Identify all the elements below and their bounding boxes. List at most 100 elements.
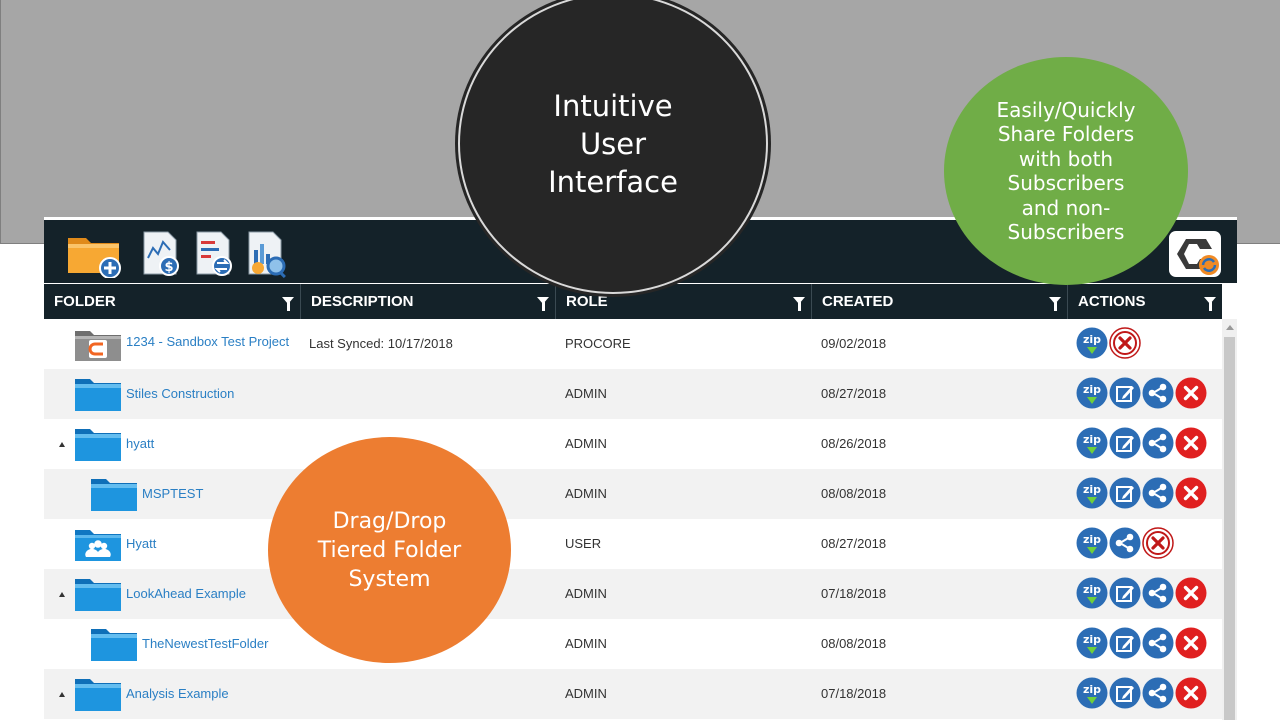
folder-name-link[interactable]: TheNewestTestFolder	[142, 619, 268, 669]
share-button-icon[interactable]	[1142, 677, 1174, 709]
table-row[interactable]: MSPTEST ADMIN 08/08/2018 zip	[44, 469, 1222, 519]
column-label: CREATED	[822, 293, 894, 310]
folder-name-link[interactable]: Analysis Example	[126, 669, 229, 719]
delete-button-icon[interactable]	[1175, 627, 1207, 659]
svg-text:zip: zip	[1083, 633, 1101, 646]
edit-button-icon[interactable]	[1109, 627, 1141, 659]
svg-text:zip: zip	[1083, 533, 1101, 546]
zip-button-icon[interactable]: zip	[1076, 627, 1108, 659]
folder-name-link[interactable]: hyatt	[126, 419, 154, 469]
table-row[interactable]: LookAhead Example ADMIN 07/18/2018 zip	[44, 569, 1222, 619]
edit-button-icon[interactable]	[1109, 427, 1141, 459]
svg-text:zip: zip	[1083, 333, 1101, 346]
folder-created-date: 09/02/2018	[821, 336, 887, 351]
compare-report-icon[interactable]	[194, 228, 234, 278]
vertical-scrollbar[interactable]	[1222, 319, 1237, 720]
shared-folder-icon[interactable]	[74, 526, 122, 562]
scroll-up-arrow-icon[interactable]	[1226, 325, 1234, 330]
callout-intuitive-ui: Intuitive User Interface	[458, 0, 768, 294]
folder-name-link[interactable]: MSPTEST	[142, 469, 203, 519]
folder-role: ADMIN	[565, 586, 607, 601]
filter-icon[interactable]	[1204, 297, 1216, 311]
callout-text: Easily/Quickly Share Folders with both S…	[996, 97, 1136, 245]
delete-button-icon[interactable]	[1175, 427, 1207, 459]
folder-name-link[interactable]: Stiles Construction	[126, 369, 234, 419]
callout-text: Drag/Drop Tiered Folder System	[317, 508, 462, 592]
edit-button-icon[interactable]	[1109, 677, 1141, 709]
blue-folder-icon[interactable]	[90, 626, 138, 662]
share-button-icon[interactable]	[1142, 427, 1174, 459]
share-button-icon[interactable]	[1109, 527, 1141, 559]
filter-icon[interactable]	[793, 297, 805, 311]
blue-folder-icon[interactable]	[90, 476, 138, 512]
svg-text:zip: zip	[1083, 383, 1101, 396]
collapse-caret-icon[interactable]	[59, 592, 65, 597]
blue-folder-icon[interactable]	[74, 676, 122, 712]
folder-role: ADMIN	[565, 636, 607, 651]
table-row[interactable]: Stiles Construction ADMIN 08/27/2018 zip	[44, 369, 1222, 419]
blue-folder-icon[interactable]	[74, 376, 122, 412]
zip-button-icon[interactable]: zip	[1076, 577, 1108, 609]
column-label: FOLDER	[54, 293, 116, 310]
column-header-actions[interactable]: ACTIONS	[1068, 284, 1222, 319]
svg-text:zip: zip	[1083, 483, 1101, 496]
procore-folder-icon[interactable]	[74, 326, 122, 362]
zip-button-icon[interactable]: zip	[1076, 477, 1108, 509]
folder-role: PROCORE	[565, 336, 631, 351]
zip-button-icon[interactable]: zip	[1076, 527, 1108, 559]
folder-name-link[interactable]: LookAhead Example	[126, 569, 246, 619]
sync-logo-icon[interactable]	[1168, 230, 1222, 278]
column-header-description[interactable]: DESCRIPTION	[301, 284, 556, 319]
filter-icon[interactable]	[282, 297, 294, 311]
filter-icon[interactable]	[537, 297, 549, 311]
delete-button-icon[interactable]	[1175, 577, 1207, 609]
delete-outline-button-icon[interactable]	[1142, 527, 1174, 559]
folder-manager-app: $ FOLDER DESCRIPTION ROLE CREATED ACTION…	[44, 217, 1237, 720]
folder-role: ADMIN	[565, 436, 607, 451]
delete-outline-button-icon[interactable]	[1109, 327, 1141, 359]
delete-button-icon[interactable]	[1175, 377, 1207, 409]
scrollbar-thumb[interactable]	[1224, 337, 1235, 720]
folder-role: USER	[565, 536, 602, 551]
table-row[interactable]: Hyatt USER 08/27/2018 zip	[44, 519, 1222, 569]
collapse-caret-icon[interactable]	[59, 442, 65, 447]
edit-button-icon[interactable]	[1109, 477, 1141, 509]
budget-report-icon[interactable]: $	[141, 228, 181, 278]
folder-created-date: 08/27/2018	[821, 386, 887, 401]
table-row[interactable]: hyatt ADMIN 08/26/2018 zip	[44, 419, 1222, 469]
table-row[interactable]: 1234 - Sandbox Test Project Last Synced: …	[44, 319, 1222, 369]
share-button-icon[interactable]	[1142, 377, 1174, 409]
new-folder-icon[interactable]	[66, 228, 124, 278]
folder-created-date: 08/08/2018	[821, 486, 887, 501]
folder-role: ADMIN	[565, 486, 607, 501]
folder-name-link[interactable]: 1234 - Sandbox Test Project	[126, 319, 289, 369]
analytics-report-icon[interactable]	[246, 228, 288, 278]
filter-icon[interactable]	[1049, 297, 1061, 311]
edit-button-icon[interactable]	[1109, 577, 1141, 609]
zip-button-icon[interactable]: zip	[1076, 377, 1108, 409]
collapse-caret-icon[interactable]	[59, 692, 65, 697]
zip-button-icon[interactable]: zip	[1076, 677, 1108, 709]
delete-button-icon[interactable]	[1175, 677, 1207, 709]
table-row[interactable]: TheNewestTestFolder ADMIN 08/08/2018 zip	[44, 619, 1222, 669]
column-header-created[interactable]: CREATED	[812, 284, 1068, 319]
column-label: ACTIONS	[1078, 293, 1146, 310]
folder-created-date: 08/08/2018	[821, 636, 887, 651]
share-button-icon[interactable]	[1142, 577, 1174, 609]
share-button-icon[interactable]	[1142, 627, 1174, 659]
column-header-folder[interactable]: FOLDER	[44, 284, 301, 319]
folder-created-date: 07/18/2018	[821, 686, 887, 701]
folder-name-link[interactable]: Hyatt	[126, 519, 156, 569]
share-button-icon[interactable]	[1142, 477, 1174, 509]
delete-button-icon[interactable]	[1175, 477, 1207, 509]
table-row[interactable]: Analysis Example ADMIN 07/18/2018 zip	[44, 669, 1222, 719]
folder-role: ADMIN	[565, 386, 607, 401]
blue-folder-icon[interactable]	[74, 426, 122, 462]
folder-created-date: 08/26/2018	[821, 436, 887, 451]
folder-created-date: 08/27/2018	[821, 536, 887, 551]
edit-button-icon[interactable]	[1109, 377, 1141, 409]
zip-button-icon[interactable]: zip	[1076, 427, 1108, 459]
zip-button-icon[interactable]: zip	[1076, 327, 1108, 359]
blue-folder-icon[interactable]	[74, 576, 122, 612]
column-label: DESCRIPTION	[311, 293, 414, 310]
